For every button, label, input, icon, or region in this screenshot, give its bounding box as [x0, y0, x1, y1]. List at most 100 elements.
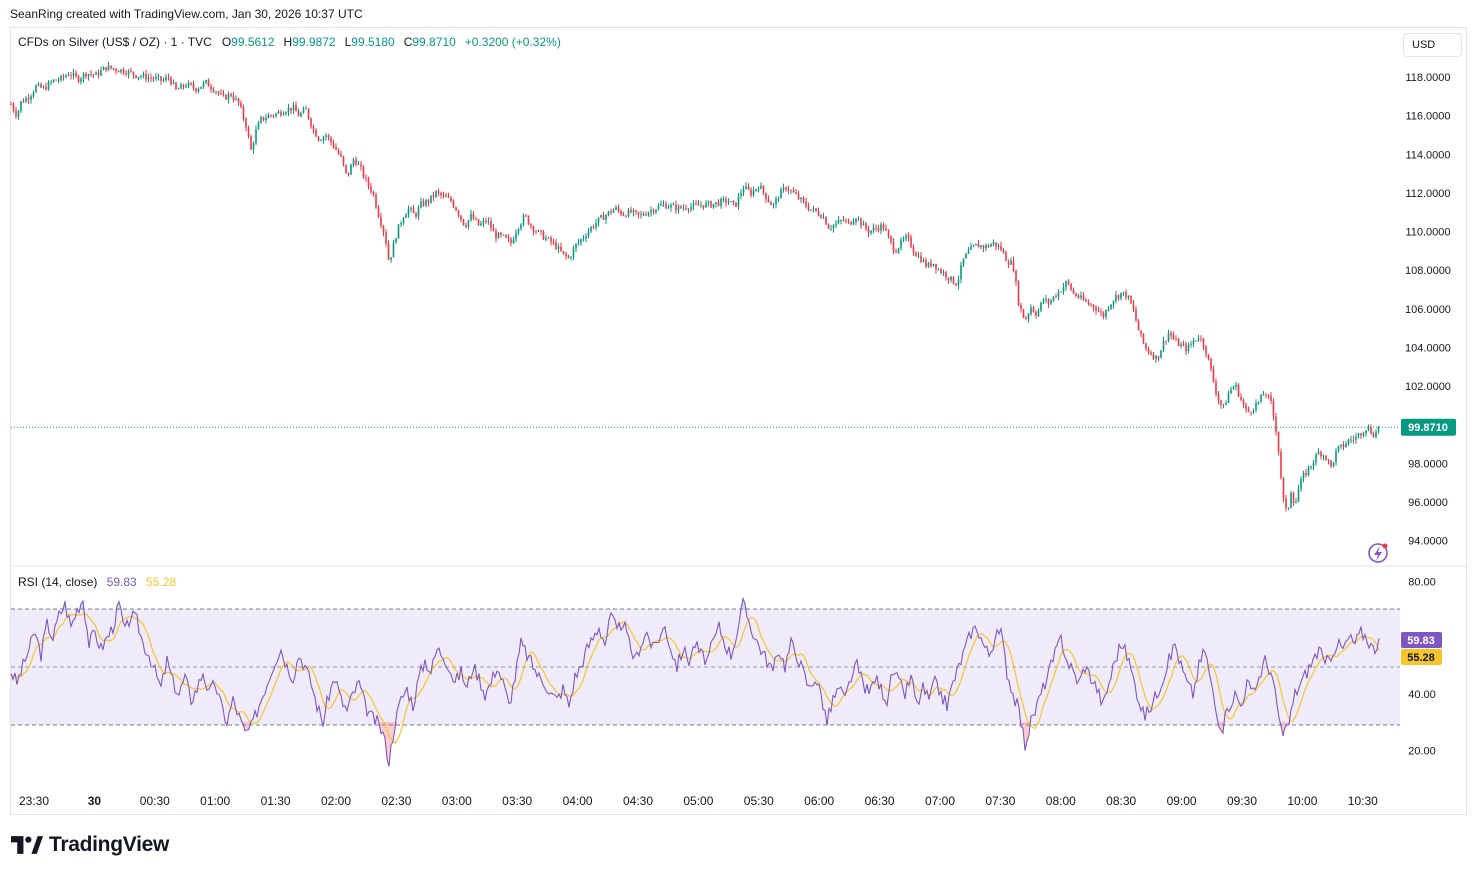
candle-body: [545, 238, 547, 240]
candle-body: [60, 75, 62, 81]
candle-body: [752, 190, 755, 196]
candle-body: [465, 225, 467, 227]
candle-body: [975, 243, 977, 246]
price-tick-label: 102.0000: [1405, 381, 1451, 393]
candle-body: [325, 135, 327, 137]
candle-body: [962, 258, 965, 265]
candle-body: [620, 210, 622, 215]
candle-body: [1227, 393, 1230, 403]
tradingview-logo-icon: [11, 836, 43, 854]
price-chart[interactable]: 118.0000 116.0000 114.0000 112.0000 110.0000…: [0, 0, 1477, 875]
candle-body: [580, 239, 582, 243]
candle-body: [445, 195, 447, 197]
candle-body: [515, 232, 517, 240]
candle-body: [287, 107, 290, 113]
candle-body: [847, 220, 850, 222]
candle-body: [1195, 340, 1197, 342]
candle-body: [612, 209, 615, 213]
candle-body: [600, 215, 602, 218]
price-tick-label: 104.0000: [1405, 342, 1451, 354]
candle-body: [745, 186, 747, 190]
candle-body: [157, 76, 160, 78]
candle-body: [477, 219, 480, 226]
candle-body: [322, 136, 325, 141]
candle-body: [140, 76, 142, 78]
candle-body: [310, 118, 312, 127]
candle-body: [815, 208, 817, 212]
candle-body: [1210, 359, 1212, 369]
candle-body: [30, 96, 32, 100]
rsi-title[interactable]: RSI (14, close): [18, 575, 97, 589]
candle-body: [492, 228, 495, 232]
candle-body: [790, 190, 792, 192]
candle-body: [455, 207, 457, 211]
candle-body: [62, 75, 65, 78]
candle-body: [1247, 408, 1250, 412]
rsi-axis[interactable]: 80.00 40.00 20.00: [1408, 577, 1436, 758]
candle-body: [1202, 338, 1205, 347]
candle-body: [830, 228, 832, 230]
lightning-icon[interactable]: [1368, 543, 1388, 563]
candle-body: [42, 86, 45, 88]
candle-body: [570, 257, 572, 258]
candle-body: [597, 217, 600, 224]
candle-body: [1087, 301, 1090, 305]
candle-body: [627, 209, 630, 217]
candle-body: [112, 68, 115, 70]
candle-body: [552, 242, 555, 243]
candle-body: [710, 201, 712, 208]
candle-body: [372, 191, 375, 195]
time-axis[interactable]: 23:30 30 00:30 01:00 01:30 02:00 02:30 03:00 03:…: [19, 794, 1378, 808]
candle-body: [135, 75, 137, 78]
candle-body: [457, 210, 460, 216]
candle-body: [960, 264, 962, 280]
candle-body: [1047, 298, 1050, 304]
candle-body: [527, 215, 530, 225]
candle-body: [1020, 304, 1022, 310]
candle-body: [257, 122, 260, 130]
candle-body: [22, 101, 25, 103]
candle-body: [277, 111, 280, 114]
candle-body: [665, 203, 667, 209]
candle-body: [197, 88, 200, 92]
tradingview-logo[interactable]: TradingView: [11, 833, 169, 857]
candle-body: [1107, 308, 1110, 311]
candle-body: [407, 208, 410, 215]
candle-body: [530, 224, 532, 227]
candle-body: [160, 76, 162, 81]
price-axis[interactable]: 118.0000 116.0000 114.0000 112.0000 110.0000…: [1405, 72, 1451, 548]
candle-body: [755, 188, 757, 191]
candle-body: [922, 260, 925, 262]
candle-body: [15, 110, 17, 117]
candle-body: [110, 65, 112, 69]
candle-body: [1167, 333, 1170, 341]
candle-body: [807, 206, 810, 211]
candle-body: [792, 190, 795, 193]
candle-body: [82, 73, 85, 79]
candle-body: [270, 115, 272, 116]
candle-body: [1335, 450, 1337, 463]
candle-body: [295, 105, 297, 112]
candle-body: [467, 220, 470, 227]
candle-body: [1332, 462, 1335, 467]
candle-body: [852, 221, 855, 225]
candle-body: [1170, 333, 1172, 336]
candle-body: [315, 129, 317, 137]
candle-body: [1372, 433, 1375, 438]
candle-body: [1157, 356, 1160, 359]
candle-body: [1305, 472, 1307, 476]
candle-body: [437, 191, 440, 193]
candle-body: [1230, 389, 1232, 394]
candle-body: [72, 72, 75, 76]
candle-body: [765, 192, 767, 200]
candle-body: [1185, 344, 1187, 352]
candle-body: [887, 230, 890, 237]
candle-body: [1200, 338, 1202, 340]
candle-body: [1017, 281, 1020, 305]
candle-body: [1140, 330, 1142, 334]
candle-body: [1212, 368, 1215, 382]
candle-body: [697, 204, 700, 206]
candle-body: [52, 79, 55, 82]
candle-body: [1097, 310, 1100, 312]
candle-body: [330, 137, 332, 143]
